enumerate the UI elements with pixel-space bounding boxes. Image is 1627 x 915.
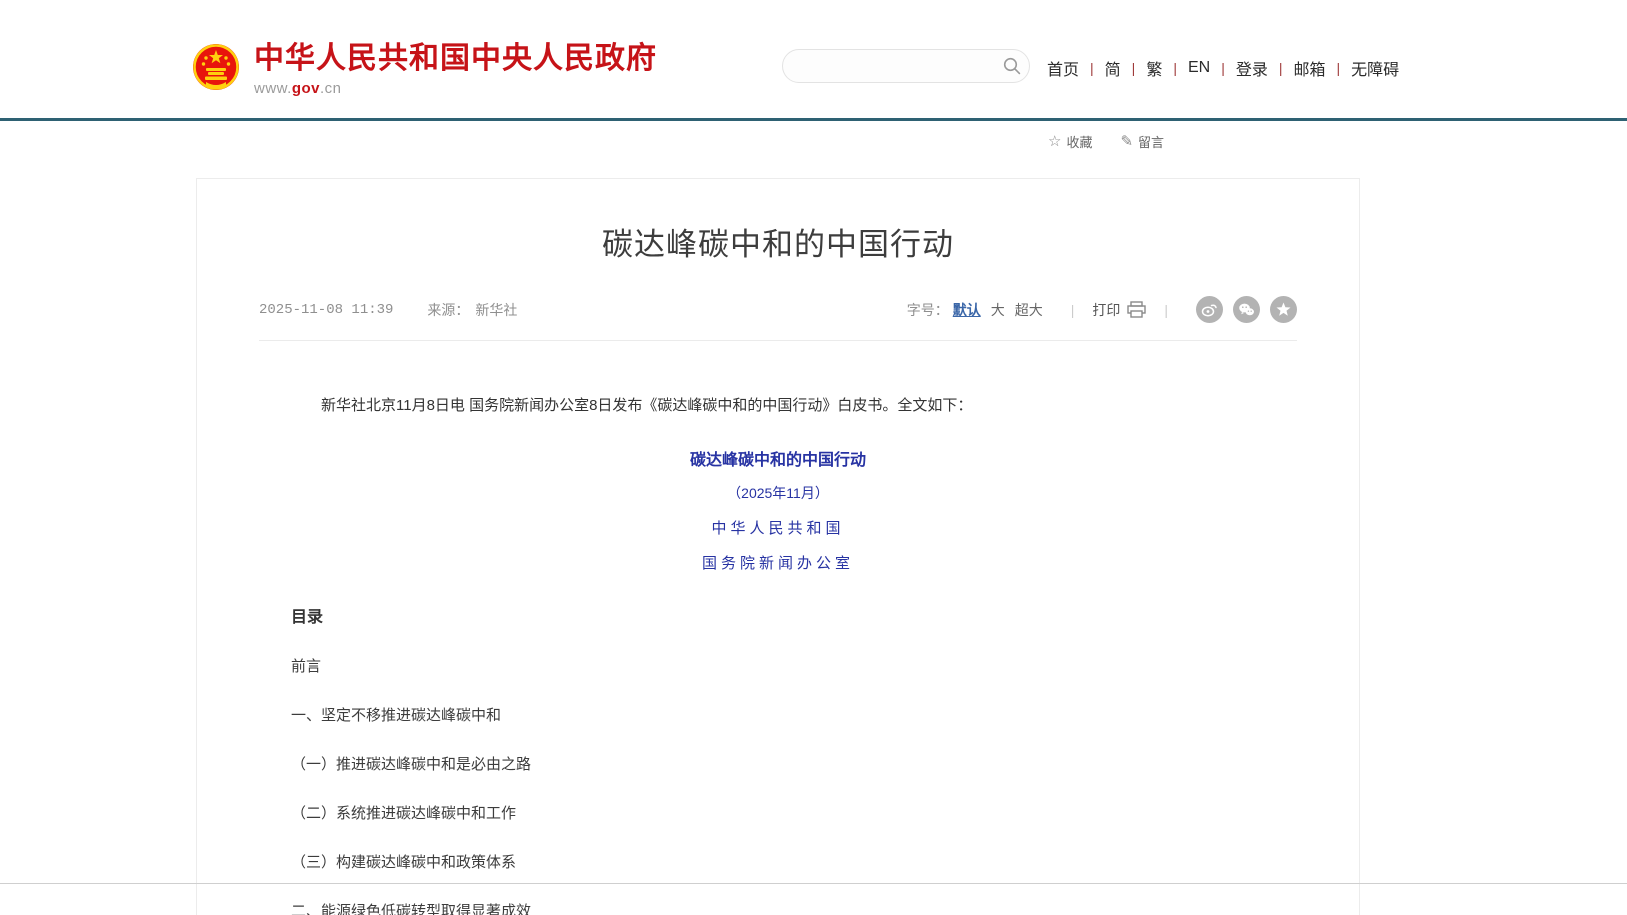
- star-icon: [1276, 302, 1291, 317]
- source-label: 来源：: [427, 300, 469, 320]
- search-button[interactable]: [995, 49, 1029, 83]
- comment-button[interactable]: ✎ 留言: [1120, 132, 1164, 151]
- toc-title: 目录: [291, 603, 1265, 627]
- nav-login[interactable]: 登录: [1234, 56, 1270, 80]
- toc-item-1-2: （二）系统推进碳达峰碳中和工作: [291, 802, 1265, 823]
- site-url: www.gov.cn: [254, 80, 657, 97]
- article-date: 2025-11-08 11:39: [259, 302, 393, 318]
- pencil-icon: ✎: [1120, 134, 1133, 149]
- doc-author-country: 中华人民共和国: [291, 517, 1265, 538]
- nav-mail[interactable]: 邮箱: [1292, 56, 1328, 80]
- print-label: 打印: [1092, 300, 1120, 320]
- star-outline-icon: ☆: [1048, 134, 1061, 149]
- article-card: 碳达峰碳中和的中国行动 2025-11-08 11:39 来源： 新华社 字号：…: [196, 178, 1360, 915]
- site-header: 中华人民共和国中央人民政府 www.gov.cn 首页 | 简 | 繁 | EN | 登…: [0, 0, 1627, 121]
- doc-title: 碳达峰碳中和的中国行动: [291, 446, 1265, 470]
- comment-label: 留言: [1138, 132, 1164, 151]
- url-prefix: www.: [254, 80, 292, 97]
- wechat-icon: [1238, 301, 1255, 318]
- toc-item-2: 二、能源绿色低碳转型取得显著成效: [291, 900, 1265, 915]
- article-meta-right: 字号： 默认 大 超大 | 打印 |: [907, 296, 1297, 323]
- share-wechat-button[interactable]: [1233, 296, 1260, 323]
- site-identity: 中华人民共和国中央人民政府 www.gov.cn: [254, 42, 657, 97]
- nav-separator: |: [1173, 60, 1177, 76]
- article-title: 碳达峰碳中和的中国行动: [197, 219, 1359, 264]
- share-weibo-button[interactable]: [1196, 296, 1223, 323]
- share-group: [1186, 296, 1297, 323]
- source-value[interactable]: 新华社: [475, 300, 517, 320]
- printer-icon: [1127, 301, 1146, 318]
- weibo-icon: [1201, 301, 1218, 318]
- article-meta-left: 2025-11-08 11:39 来源： 新华社: [259, 300, 517, 320]
- print-button[interactable]: 打印: [1092, 300, 1146, 320]
- nav-separator: |: [1090, 60, 1094, 76]
- top-nav: 首页 | 简 | 繁 | EN | 登录 | 邮箱 | 无障碍: [1045, 56, 1401, 80]
- nav-traditional[interactable]: 繁: [1144, 56, 1164, 80]
- search-input[interactable]: [783, 58, 995, 74]
- nav-simplified[interactable]: 简: [1103, 56, 1123, 80]
- nav-separator: |: [1337, 60, 1341, 76]
- site-title: 中华人民共和国中央人民政府: [254, 42, 657, 76]
- font-size-label: 字号：: [907, 300, 949, 320]
- viewport-bottom-divider: [0, 883, 1627, 884]
- meta-separator: |: [1071, 302, 1075, 318]
- meta-separator: |: [1164, 302, 1168, 318]
- favorite-button[interactable]: ☆ 收藏: [1048, 132, 1092, 151]
- national-emblem-icon: [192, 42, 240, 94]
- nav-accessibility[interactable]: 无障碍: [1349, 56, 1401, 80]
- toc-item-1: 一、坚定不移推进碳达峰碳中和: [291, 704, 1265, 725]
- nav-separator: |: [1279, 60, 1283, 76]
- intro-paragraph: 新华社北京11月8日电 国务院新闻办公室8日发布《碳达峰碳中和的中国行动》白皮书…: [291, 393, 1265, 419]
- url-gov: gov: [292, 80, 320, 97]
- search-icon: [1003, 57, 1021, 75]
- favorite-label: 收藏: [1066, 132, 1092, 151]
- toc-item-preface: 前言: [291, 655, 1265, 676]
- toc-item-1-3: （三）构建碳达峰碳中和政策体系: [291, 851, 1265, 872]
- nav-separator: |: [1132, 60, 1136, 76]
- url-suffix: .cn: [320, 80, 342, 97]
- page-actions: ☆ 收藏 ✎ 留言: [1048, 132, 1192, 151]
- site-logo[interactable]: 中华人民共和国中央人民政府 www.gov.cn: [192, 42, 657, 97]
- nav-english[interactable]: EN: [1186, 59, 1212, 77]
- toc-item-1-1: （一）推进碳达峰碳中和是必由之路: [291, 753, 1265, 774]
- search-box: [782, 49, 1030, 83]
- font-size-large-button[interactable]: 大: [991, 300, 1005, 320]
- nav-separator: |: [1221, 60, 1225, 76]
- font-size-default-button[interactable]: 默认: [953, 300, 981, 320]
- nav-home[interactable]: 首页: [1045, 56, 1081, 80]
- page: 中华人民共和国中央人民政府 www.gov.cn 首页 | 简 | 繁 | EN | 登…: [0, 0, 1627, 915]
- article-meta-row: 2025-11-08 11:39 来源： 新华社 字号： 默认 大 超大 | 打…: [259, 296, 1297, 341]
- doc-date: （2025年11月）: [291, 483, 1265, 503]
- font-size-xlarge-button[interactable]: 超大: [1015, 300, 1043, 320]
- share-more-button[interactable]: [1270, 296, 1297, 323]
- header-divider: [0, 118, 1627, 121]
- article-body: 新华社北京11月8日电 国务院新闻办公室8日发布《碳达峰碳中和的中国行动》白皮书…: [197, 393, 1359, 915]
- doc-author-office: 国务院新闻办公室: [291, 552, 1265, 573]
